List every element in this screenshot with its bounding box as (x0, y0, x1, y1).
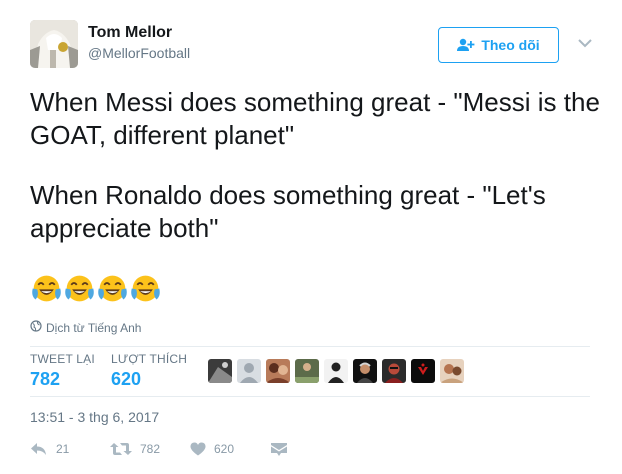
like-button[interactable]: 620 (190, 442, 270, 456)
like-count: 620 (214, 442, 235, 456)
follow-button[interactable]: Theo dõi (438, 27, 559, 63)
retweets-stat[interactable]: TWEET LẠI 782 (30, 352, 95, 390)
retweets-label: TWEET LẠI (30, 352, 95, 366)
liker-avatar[interactable] (237, 359, 261, 383)
translate-link[interactable]: Dịch từ Tiếng Anh (30, 320, 141, 335)
tweet-paragraph: When Ronaldo does something great - "Let… (30, 180, 546, 243)
chevron-down-icon[interactable] (576, 36, 594, 50)
envelope-icon (270, 442, 288, 456)
liker-avatar[interactable] (411, 359, 435, 383)
retweet-count: 782 (140, 442, 161, 456)
likes-label: LƯỢT THÍCH (111, 352, 188, 366)
liker-avatar[interactable] (295, 359, 319, 383)
retweets-value: 782 (30, 369, 61, 389)
reply-count: 21 (56, 442, 70, 456)
divider (30, 396, 590, 397)
likers-avatars (208, 359, 464, 383)
likes-stat[interactable]: LƯỢT THÍCH 620 (111, 352, 187, 390)
face-with-tears-of-joy-icon (32, 275, 61, 302)
message-button[interactable] (270, 442, 288, 456)
emoji-row (30, 272, 162, 305)
tweet-text: When Messi does something great - "Messi… (30, 86, 600, 245)
face-with-tears-of-joy-icon (131, 275, 160, 302)
likes-value: 620 (111, 369, 142, 389)
liker-avatar[interactable] (208, 359, 232, 383)
heart-icon (190, 442, 206, 456)
globe-icon (30, 320, 42, 335)
author-handle[interactable]: @MellorFootball (88, 45, 190, 61)
add-user-icon (457, 38, 475, 52)
reply-button[interactable]: 21 (30, 442, 110, 456)
tweet-paragraph: When Messi does something great - "Messi… (30, 87, 600, 150)
avatar[interactable] (30, 20, 78, 68)
divider (30, 346, 590, 347)
tweet-card: Tom Mellor @MellorFootball Theo dõi When… (0, 0, 622, 474)
translate-label: Dịch từ Tiếng Anh (46, 320, 142, 335)
reply-icon (30, 442, 48, 456)
face-with-tears-of-joy-icon (98, 275, 127, 302)
follow-button-label: Theo dõi (481, 37, 540, 53)
tweet-timestamp[interactable]: 13:51 - 3 thg 6, 2017 (30, 409, 159, 425)
retweet-button[interactable]: 782 (110, 442, 190, 456)
face-with-tears-of-joy-icon (65, 275, 94, 302)
liker-avatar[interactable] (324, 359, 348, 383)
liker-avatar[interactable] (382, 359, 406, 383)
action-bar: 21 782 620 (30, 442, 288, 456)
liker-avatar[interactable] (440, 359, 464, 383)
author-name[interactable]: Tom Mellor (88, 24, 172, 42)
liker-avatar[interactable] (266, 359, 290, 383)
liker-avatar[interactable] (353, 359, 377, 383)
retweet-icon (110, 442, 132, 456)
